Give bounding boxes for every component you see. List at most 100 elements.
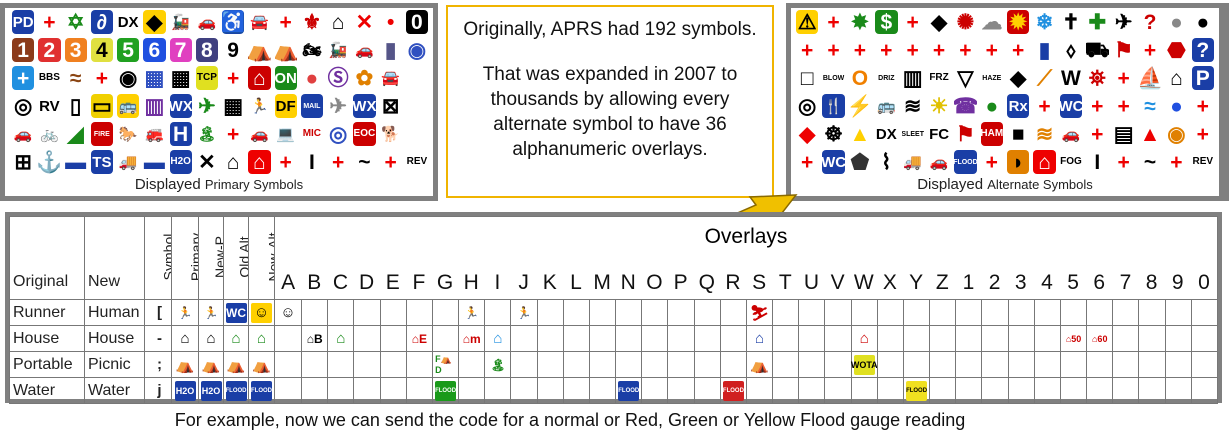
overlay-cell: [562, 326, 589, 351]
primary-symbol: +: [222, 66, 245, 90]
overlay-cell: [876, 300, 903, 325]
header-old-alt: Old Alt: [236, 236, 249, 278]
header-primary: Primary: [188, 232, 199, 282]
row-new-alt-icon: ☺: [251, 302, 272, 323]
alternate-symbol: ⛵: [1138, 66, 1162, 90]
primary-symbol: ⛺: [248, 38, 271, 62]
overlay-cell: F⛺D: [431, 352, 458, 377]
header-new-cell: New: [84, 216, 145, 300]
row-new-alt-icon: ⌂: [251, 328, 272, 349]
overlay-letter: Q: [698, 271, 715, 294]
alternate-symbol: REV: [1191, 150, 1214, 174]
alternate-symbol: I: [1086, 150, 1109, 174]
overlay-letter: V: [830, 271, 845, 294]
primary-symbol: MAIL: [300, 94, 323, 118]
overlay-cell: [276, 327, 302, 351]
alternate-symbol: O: [848, 66, 872, 90]
primary-symbol: 5: [117, 38, 140, 62]
alternate-symbol: ✹: [1007, 10, 1030, 34]
alternate-symbol: FRZ: [927, 66, 951, 90]
alternate-symbol: ◎: [796, 94, 819, 118]
header-symbol-cell: Symbol: [144, 216, 172, 300]
primary-symbol: +: [90, 66, 113, 90]
header-original: Original: [13, 273, 69, 290]
overlay-letter: 7: [1119, 271, 1132, 294]
primary-symbol: ▦: [169, 66, 192, 90]
primary-symbol: DF: [274, 94, 297, 118]
primary-symbol: ✡: [64, 10, 87, 34]
overlay-cell: [1190, 378, 1217, 403]
primary-symbol: ▬: [64, 150, 87, 174]
row-new-p-icon: H2O: [200, 380, 222, 401]
overlay-cell: [510, 326, 536, 351]
overlay-cell: [379, 378, 406, 403]
alternate-symbol: ⬨: [1059, 38, 1083, 62]
overlay-letter: I: [494, 271, 501, 294]
alternate-symbol: +: [927, 38, 951, 62]
alternate-symbol: ⬣: [1165, 38, 1188, 62]
header-new-alt: New-Alt: [265, 232, 275, 282]
overlay-cell: FLOOD: [615, 378, 641, 403]
alternate-symbol: 🚚: [901, 150, 924, 174]
overlay-cell: [588, 300, 615, 325]
alternate-symbol: +: [1112, 94, 1135, 118]
row-symbol-char: [: [157, 304, 162, 321]
row-symbol-char: j: [157, 382, 162, 399]
primary-symbol: ▭: [90, 94, 113, 118]
overlay-cell: [824, 378, 850, 403]
overlay-cell: [955, 300, 981, 325]
row-symbol-char: ;: [157, 356, 162, 373]
overlay-cell: ⌂E: [405, 326, 432, 351]
overlay-cell: [405, 378, 432, 403]
alternate-symbol: W: [1059, 66, 1083, 90]
overlay-cell: [458, 378, 484, 403]
overlay-letter: M: [593, 271, 611, 294]
primary-symbol: H2O: [169, 150, 192, 174]
overlay-cell: [1164, 300, 1191, 325]
alternate-symbol: $: [875, 10, 898, 34]
overlay-cell: [1033, 378, 1060, 403]
overlay-cell: [641, 300, 667, 325]
alternate-symbol: +: [1191, 122, 1214, 146]
overlay-cell: [1112, 326, 1138, 351]
alternate-symbol: FC: [927, 122, 951, 146]
overlay-letter: Z: [935, 271, 949, 294]
overlay-cells: ☺ 🏃 🏃 ⛷: [276, 300, 1217, 325]
header-new: New: [88, 273, 121, 290]
primary-symbol: ✈: [327, 94, 350, 118]
header-old-alt-cell: Old Alt: [223, 216, 249, 300]
row-original: Water: [13, 381, 56, 399]
overlay-cell: [1138, 378, 1164, 403]
alternate-symbols-panel: ⚠ + ✸ $ + ◆ ✺ ☁ ✹ ❄ ✝ ✚ ✈? ● ● + + + + + + + + + ▮ ⬨ ⛟ ⚑ + ⬣? □ BLOW O DR…: [786, 3, 1229, 201]
alternate-symbol: ❄: [1033, 10, 1056, 34]
row-new-p-icon: ⛺: [200, 354, 222, 375]
primary-symbol: ⌂: [248, 150, 271, 174]
overlay-cell: [588, 326, 615, 351]
overlay-cell: [1059, 378, 1086, 403]
overlay-cell: [824, 352, 850, 377]
alternate-symbol: ?: [1138, 10, 1162, 34]
alternate-symbol: ▥: [901, 66, 924, 90]
primary-symbol: +: [327, 150, 350, 174]
primary-symbol: 4: [90, 38, 113, 62]
primary-symbol: 🏝: [195, 122, 218, 146]
alternate-symbol: +: [954, 38, 977, 62]
overlay-cell: [588, 378, 615, 403]
overlay-symbol-icon: FLOOD: [618, 380, 640, 401]
alternate-symbol: +: [1086, 94, 1109, 118]
alternate-caption: Displayed Alternate Symbols: [791, 176, 1219, 193]
alternate-symbol: HAM: [980, 122, 1003, 146]
overlay-cell: [353, 352, 379, 377]
overlay-letter: G: [436, 271, 454, 294]
overlay-cell: [1086, 352, 1112, 377]
overlay-letter: 4: [1041, 271, 1053, 294]
primary-symbol: ⌂: [222, 150, 245, 174]
primary-symbol: +: [274, 150, 297, 174]
alternate-caption-big: Displayed: [917, 176, 984, 193]
overlay-cell: 🏃: [510, 300, 536, 325]
row-new-p-icon: ⌂: [200, 328, 222, 349]
primary-symbol: 🏃: [248, 94, 271, 118]
primary-symbol: Ⓢ: [327, 66, 350, 90]
alternate-symbol: BLOW: [822, 66, 845, 90]
overlay-cell: [955, 326, 981, 351]
